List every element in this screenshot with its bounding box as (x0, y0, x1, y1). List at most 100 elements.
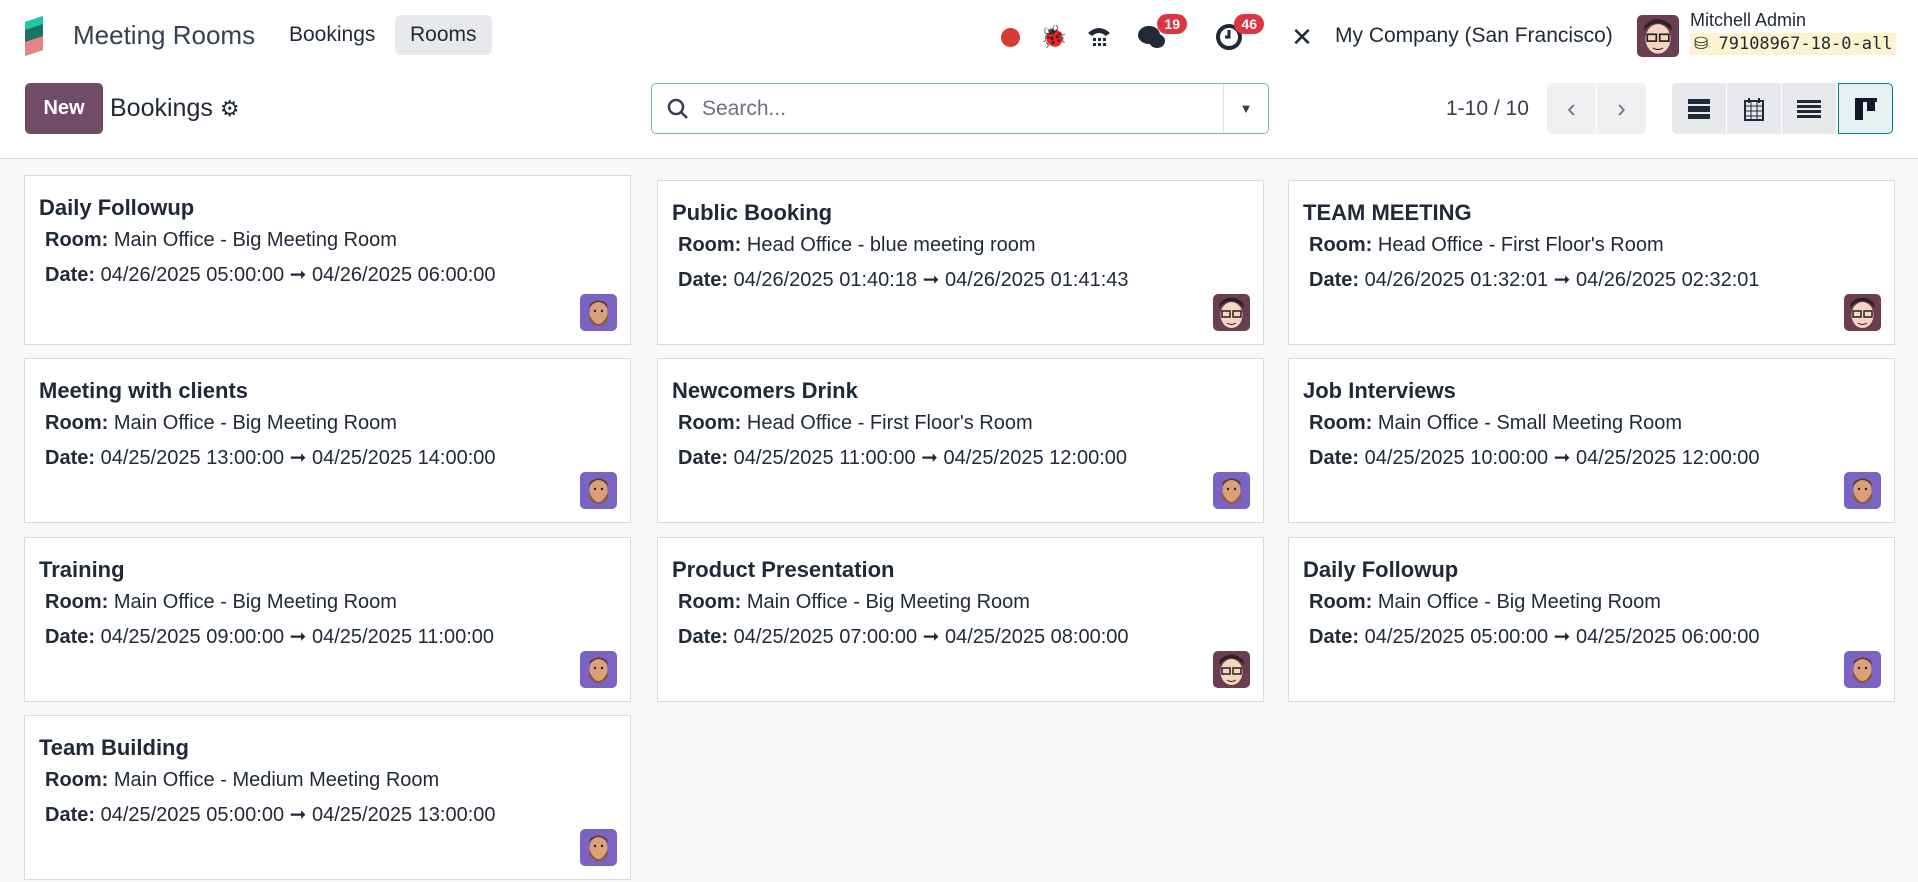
arrow-right-icon: ➞ (921, 447, 938, 469)
booking-room: Room: Main Office - Big Meeting Room (678, 591, 1030, 613)
organizer-avatar[interactable] (580, 294, 617, 331)
arrow-right-icon: ➞ (1553, 447, 1571, 469)
search-bar[interactable]: Search... ▼ (651, 83, 1269, 134)
booking-card[interactable]: Newcomers Drink Room: Head Office - Firs… (657, 358, 1264, 523)
organizer-avatar[interactable] (1844, 651, 1881, 688)
room-label: Room: (45, 412, 109, 434)
booking-card[interactable]: Public Booking Room: Head Office - blue … (657, 180, 1264, 345)
booking-title: Newcomers Drink (672, 378, 858, 403)
booking-date: Date: 04/25/2025 11:00:00 ➞ 04/25/2025 1… (678, 447, 1128, 469)
menu-rooms[interactable]: Rooms (395, 15, 492, 55)
search-icon (667, 98, 688, 119)
booking-card[interactable]: Meeting with clients Room: Main Office -… (24, 358, 631, 523)
new-button[interactable]: New (25, 83, 103, 134)
breadcrumb-title: Bookings ⚙ (110, 94, 240, 122)
date-label: Date: (1309, 626, 1360, 648)
date-label: Date: (45, 264, 96, 286)
booking-date: Date: 04/25/2025 07:00:00 ➞ 04/25/2025 0… (678, 626, 1129, 648)
arrow-right-icon: ➞ (289, 804, 307, 826)
chevron-left-icon: ‹ (1567, 93, 1576, 123)
booking-date: Date: 04/25/2025 10:00:00 ➞ 04/25/2025 1… (1309, 447, 1760, 469)
booking-room: Room: Main Office - Medium Meeting Room (45, 769, 440, 791)
pager-previous-button[interactable]: ‹ (1547, 83, 1596, 134)
kanban-icon (1854, 97, 1877, 120)
date-label: Date: (678, 269, 729, 291)
booking-room: Room: Main Office - Big Meeting Room (1309, 591, 1661, 613)
caret-down-icon: ▼ (1239, 101, 1253, 116)
booking-card[interactable]: TEAM MEETING Room: Head Office - First F… (1288, 180, 1895, 345)
database-icon: ⛁ (1694, 34, 1719, 54)
arrow-right-icon: ➞ (289, 447, 307, 469)
date-label: Date: (1309, 447, 1360, 469)
database-name: ⛁ 79108967-18-0-all (1690, 33, 1897, 55)
booking-room: Room: Head Office - First Floor's Room (1309, 234, 1664, 256)
room-label: Room: (45, 769, 109, 791)
organizer-avatar[interactable] (1844, 294, 1881, 331)
user-avatar[interactable] (1637, 15, 1679, 57)
activities-badge: 46 (1234, 14, 1264, 34)
messages-button[interactable]: 19 (1135, 14, 1187, 54)
booking-date: Date: 04/26/2025 01:32:01 ➞ 04/26/2025 0… (1309, 269, 1760, 291)
gear-icon[interactable]: ⚙ (220, 96, 240, 121)
room-label: Room: (1309, 412, 1373, 434)
view-calendar-button[interactable] (1727, 83, 1782, 134)
booking-title: Daily Followup (39, 195, 195, 220)
booking-card[interactable]: Product Presentation Room: Main Office -… (657, 537, 1264, 702)
room-label: Room: (1309, 234, 1373, 256)
booking-title: Product Presentation (672, 557, 895, 582)
booking-date: Date: 04/25/2025 05:00:00 ➞ 04/25/2025 1… (45, 804, 496, 826)
booking-date: Date: 04/25/2025 09:00:00 ➞ 04/25/2025 1… (45, 626, 495, 648)
organizer-avatar[interactable] (1213, 472, 1250, 509)
debug-bug-icon[interactable]: 🐞 (1040, 20, 1068, 54)
settings-tools-icon[interactable]: ✕ (1287, 20, 1317, 54)
menu-bookings[interactable]: Bookings (274, 15, 390, 55)
date-label: Date: (45, 447, 96, 469)
booking-card[interactable]: Daily Followup Room: Main Office - Big M… (1288, 537, 1895, 702)
room-label: Room: (45, 591, 109, 613)
app-logo-icon[interactable] (25, 16, 55, 56)
organizer-avatar[interactable] (1213, 294, 1250, 331)
phone-icon[interactable] (1082, 20, 1116, 54)
recording-icon[interactable] (998, 20, 1022, 54)
pager-next-button[interactable]: › (1597, 83, 1646, 134)
pager-value[interactable]: 1-10 / 10 (1446, 97, 1529, 121)
activities-button[interactable]: 46 (1212, 14, 1264, 54)
booking-title: Meeting with clients (39, 378, 249, 403)
booking-title: Team Building (39, 735, 189, 760)
view-kanban-button[interactable] (1838, 83, 1893, 134)
search-input[interactable]: Search... (702, 97, 786, 121)
booking-card[interactable]: Daily Followup Room: Main Office - Big M… (24, 175, 631, 345)
organizer-avatar[interactable] (580, 829, 617, 866)
date-label: Date: (45, 804, 96, 826)
company-switcher[interactable]: My Company (San Francisco) (1335, 24, 1613, 48)
date-label: Date: (45, 626, 96, 648)
organizer-avatar[interactable] (580, 472, 617, 509)
arrow-right-icon: ➞ (289, 264, 307, 286)
booking-room: Room: Main Office - Small Meeting Room (1309, 412, 1683, 434)
booking-card[interactable]: Team Building Room: Main Office - Medium… (24, 715, 631, 880)
booking-date: Date: 04/26/2025 05:00:00 ➞ 04/26/2025 0… (45, 264, 496, 286)
organizer-avatar[interactable] (1213, 651, 1250, 688)
booking-room: Room: Main Office - Big Meeting Room (45, 229, 397, 251)
view-list-button[interactable] (1782, 83, 1837, 134)
room-label: Room: (1309, 591, 1373, 613)
booking-card[interactable]: Training Room: Main Office - Big Meeting… (24, 537, 631, 702)
user-name[interactable]: Mitchell Admin (1690, 10, 1806, 31)
organizer-avatar[interactable] (580, 651, 617, 688)
booking-card[interactable]: Job Interviews Room: Main Office - Small… (1288, 358, 1895, 523)
booking-title: Public Booking (672, 200, 833, 225)
booking-title: Job Interviews (1303, 378, 1456, 403)
room-label: Room: (678, 412, 742, 434)
app-name[interactable]: Meeting Rooms (73, 20, 255, 51)
view-gantt-button[interactable] (1672, 83, 1727, 134)
booking-title: Training (39, 557, 125, 582)
booking-room: Room: Main Office - Big Meeting Room (45, 412, 397, 434)
search-options-toggle[interactable]: ▼ (1223, 84, 1268, 133)
arrow-right-icon: ➞ (1553, 626, 1571, 648)
date-label: Date: (678, 447, 729, 469)
organizer-avatar[interactable] (1844, 472, 1881, 509)
booking-date: Date: 04/25/2025 05:00:00 ➞ 04/25/2025 0… (1309, 626, 1760, 648)
top-navbar: Meeting Rooms Bookings Rooms 🐞 19 46 ✕ M… (0, 0, 1918, 74)
room-label: Room: (678, 591, 742, 613)
room-label: Room: (678, 234, 742, 256)
